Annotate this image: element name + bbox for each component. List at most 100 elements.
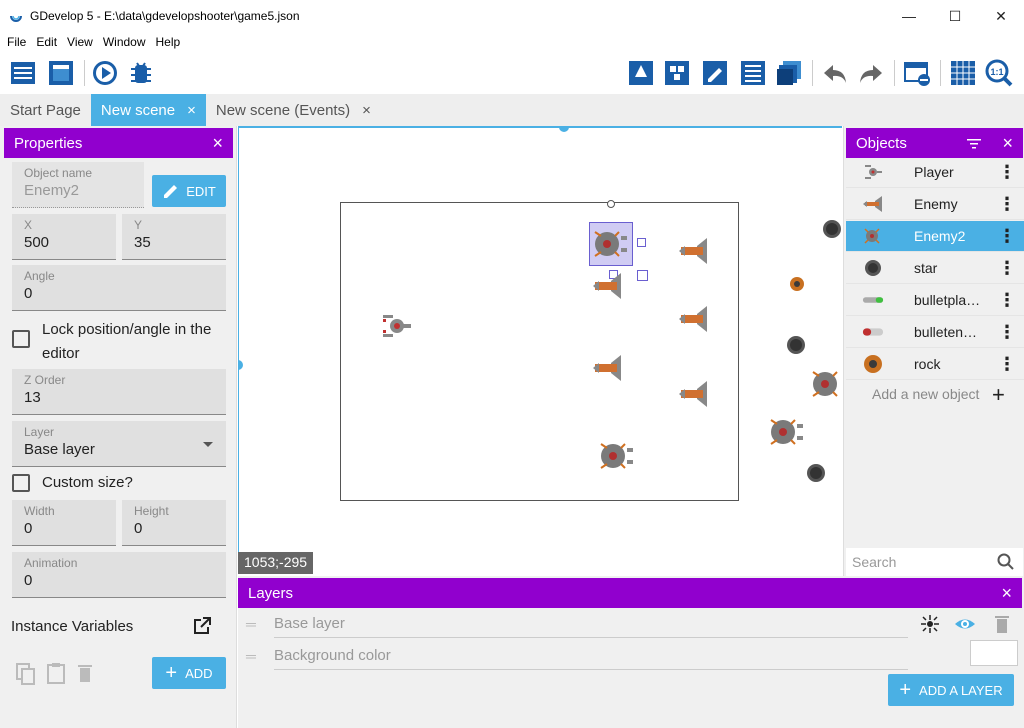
grid-button[interactable] [948, 58, 978, 88]
debug-button[interactable] [126, 58, 156, 88]
scene-canvas[interactable] [238, 126, 842, 574]
close-panel-icon[interactable]: × [1002, 133, 1013, 154]
rock-sprite[interactable] [789, 276, 805, 292]
base-layer-input[interactable]: Base layer [274, 610, 908, 638]
undo-button[interactable] [820, 58, 850, 88]
add-object-plus-icon[interactable]: + [992, 382, 1005, 408]
star-sprite[interactable] [805, 462, 827, 484]
delete-layer-icon[interactable] [994, 614, 1010, 634]
close-tab-icon[interactable]: × [362, 102, 371, 119]
enemy2-sprite[interactable] [809, 364, 842, 404]
redo-button[interactable] [856, 58, 886, 88]
more-menu-icon[interactable]: ⋮ [997, 194, 1017, 215]
custom-size-checkbox-row[interactable]: Custom size? [12, 474, 133, 492]
close-tab-icon[interactable]: × [187, 102, 196, 119]
close-window-button[interactable]: ✕ [978, 0, 1024, 32]
object-item-enemy2[interactable]: Enemy2 ⋮ [846, 221, 1024, 252]
menu-edit[interactable]: Edit [31, 35, 62, 49]
tab-new-scene[interactable]: New scene × [90, 94, 206, 126]
animation-field[interactable]: Animation 0 [12, 552, 226, 598]
more-menu-icon[interactable]: ⋮ [997, 226, 1017, 247]
enemy-sprite[interactable] [677, 304, 711, 334]
layer-effects-icon[interactable] [920, 614, 940, 634]
enemy-sprite[interactable] [591, 353, 625, 383]
resize-handle[interactable] [637, 238, 646, 247]
instances-list-button[interactable] [738, 58, 768, 88]
tab-new-scene-events[interactable]: New scene (Events) × [206, 94, 381, 126]
object-item-bulletplayer[interactable]: bulletpla… ⋮ [846, 285, 1024, 316]
enemy-sprite[interactable] [677, 379, 711, 409]
scene-button[interactable] [46, 58, 76, 88]
minimize-button[interactable]: — [886, 0, 932, 32]
custom-size-checkbox[interactable] [12, 474, 30, 492]
lock-checkbox[interactable] [12, 330, 30, 348]
enemy2-sprite[interactable] [597, 436, 637, 476]
enemy-sprite[interactable] [591, 271, 625, 301]
rotate-handle[interactable] [607, 200, 615, 208]
object-groups-button[interactable] [626, 58, 656, 88]
more-menu-icon[interactable]: ⋮ [997, 354, 1017, 375]
object-item-enemy[interactable]: Enemy ⋮ [846, 189, 1024, 220]
add-new-object-label[interactable]: Add a new object [872, 386, 979, 402]
preview-button[interactable] [90, 58, 120, 88]
more-menu-icon[interactable]: ⋮ [997, 162, 1017, 183]
filter-icon[interactable] [966, 137, 982, 149]
star-sprite[interactable] [785, 334, 807, 356]
properties-button[interactable] [700, 58, 730, 88]
menu-view[interactable]: View [62, 35, 98, 49]
z-order-field[interactable]: Z Order 13 [12, 369, 226, 415]
object-item-bulletenemy[interactable]: bulleten… ⋮ [846, 317, 1024, 348]
zoom-reset-button[interactable]: 1:1 [984, 58, 1014, 88]
objects-list-button[interactable] [662, 58, 692, 88]
layers-panel: Layers × ═ Base layer ═ Background color… [238, 576, 1024, 728]
drag-handle-icon[interactable]: ═ [246, 616, 264, 632]
width-field[interactable]: Width 0 [12, 500, 116, 546]
trash-icon[interactable] [77, 663, 93, 683]
layers-button[interactable] [774, 58, 804, 88]
lock-checkbox-row[interactable]: Lock position/angle in the editor [12, 318, 226, 366]
drag-handle-icon[interactable]: ═ [246, 648, 264, 664]
layer-select[interactable]: Layer Base layer [12, 421, 226, 467]
menu-window[interactable]: Window [98, 35, 151, 49]
background-color-swatch[interactable] [970, 640, 1018, 666]
object-name: star [914, 260, 938, 276]
angle-field[interactable]: Angle 0 [12, 265, 226, 311]
object-item-rock[interactable]: rock ⋮ [846, 349, 1024, 380]
project-manager-button[interactable] [8, 58, 38, 88]
paste-icon[interactable] [46, 662, 66, 684]
add-variable-button[interactable]: + ADD [152, 657, 226, 689]
svg-text:1:1: 1:1 [990, 67, 1003, 77]
open-external-icon[interactable] [192, 616, 212, 636]
more-menu-icon[interactable]: ⋮ [997, 258, 1017, 279]
copy-icon[interactable] [16, 663, 36, 685]
enemy2-sprite[interactable] [767, 412, 807, 452]
object-search-input[interactable]: Search [846, 548, 1023, 576]
tab-start-page[interactable]: Start Page [0, 94, 91, 126]
close-panel-icon[interactable]: × [212, 133, 223, 154]
field-label: Width [24, 504, 55, 518]
object-item-star[interactable]: star ⋮ [846, 253, 1024, 284]
y-field[interactable]: Y 35 [122, 214, 226, 260]
resize-handle[interactable] [637, 270, 648, 281]
canvas-resize-handle-left[interactable] [239, 360, 243, 370]
menu-help[interactable]: Help [151, 35, 186, 49]
add-layer-button[interactable]: + ADD A LAYER [888, 674, 1014, 706]
visibility-eye-icon[interactable] [954, 614, 976, 634]
edit-object-button[interactable]: EDIT [152, 175, 226, 207]
star-sprite[interactable] [821, 218, 842, 240]
toolbar-separator [812, 60, 813, 86]
enemy-sprite[interactable] [677, 236, 711, 266]
canvas-resize-handle-top[interactable] [559, 128, 569, 132]
menu-file[interactable]: File [2, 35, 31, 49]
close-panel-icon[interactable]: × [1001, 583, 1012, 604]
layers-header: Layers × [238, 578, 1022, 608]
object-item-player[interactable]: Player ⋮ [846, 157, 1024, 188]
x-field[interactable]: X 500 [12, 214, 116, 260]
maximize-button[interactable]: ☐ [932, 0, 978, 32]
more-menu-icon[interactable]: ⋮ [997, 322, 1017, 343]
enemy2-sprite[interactable] [591, 224, 631, 264]
height-field[interactable]: Height 0 [122, 500, 226, 546]
player-sprite[interactable] [381, 311, 413, 341]
preview-window-button[interactable] [902, 58, 932, 88]
more-menu-icon[interactable]: ⋮ [997, 290, 1017, 311]
